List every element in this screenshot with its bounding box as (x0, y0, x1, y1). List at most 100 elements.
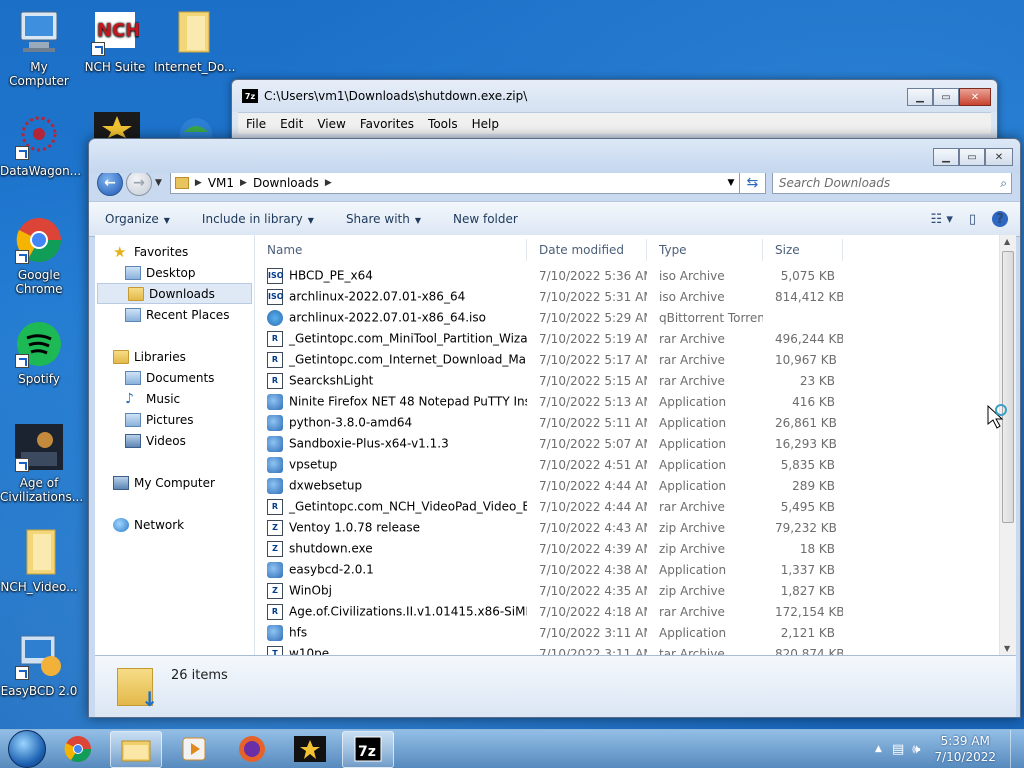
desktop-icon-age-of-civilizations[interactable]: Age of Civilizations... (0, 424, 83, 504)
taskbar-7zip[interactable]: 7z (342, 730, 394, 768)
include-in-library-button[interactable]: Include in library ▼ (202, 212, 314, 226)
back-button[interactable]: ← (97, 170, 123, 196)
recent-pages-dropdown-icon[interactable]: ▼ (155, 178, 162, 188)
desktop-icon-google-chrome[interactable]: Google Chrome (0, 216, 78, 296)
nav-favorites[interactable]: ★ Favorites (95, 241, 254, 262)
search-input[interactable]: Search Downloads ⌕ (771, 172, 1012, 194)
refresh-button[interactable]: ⇆ (739, 172, 766, 194)
taskbar-chrome[interactable] (52, 731, 104, 768)
organize-button[interactable]: Organize ▼ (105, 212, 170, 226)
desktop-icon-nch-video[interactable]: NCH_Video... (0, 528, 78, 594)
table-row[interactable]: R _Getintopc.com_NCH_VideoPad_Video_E... 7… (255, 496, 998, 517)
file-name-cell[interactable]: Zshutdown.exe (255, 540, 527, 557)
scroll-down-icon[interactable]: ▼ (1004, 644, 1010, 653)
taskbar-media-player[interactable] (168, 731, 220, 768)
show-hidden-icons-icon[interactable]: ▲ (875, 744, 882, 754)
column-name[interactable]: Name (255, 239, 527, 261)
nav-my-computer[interactable]: My Computer (95, 472, 254, 493)
breadcrumb-downloads[interactable]: Downloads (253, 176, 319, 190)
maximize-button[interactable]: ▭ (959, 148, 985, 166)
preview-pane-icon[interactable]: ▯ (969, 212, 976, 227)
column-size[interactable]: Size (763, 239, 843, 261)
table-row[interactable]: R Age.of.Civilizations.II.v1.01415.x86-Si… (255, 601, 998, 622)
search-icon[interactable]: ⌕ (1000, 176, 1007, 191)
network-tray-icon[interactable]: ▤ (892, 742, 904, 757)
table-row[interactable]: Zshutdown.exe 7/10/2022 4:39 AM zip Archiv… (255, 538, 998, 559)
table-row[interactable]: R SearckshLight 7/10/2022 5:15 AM rar Archi… (255, 370, 998, 391)
breadcrumb-arrow-icon[interactable]: ▶ (195, 178, 202, 188)
file-name-cell[interactable]: R _Getintopc.com_MiniTool_Partition_Wiza.… (255, 330, 527, 347)
table-row[interactable]: dxwebsetup 7/10/2022 4:44 AM Application 28… (255, 475, 998, 496)
vertical-scrollbar[interactable]: ▲ ▼ (999, 235, 1016, 655)
table-row[interactable]: archlinux-2022.07.01-x86_64.iso 7/10/2022… (255, 307, 998, 328)
nav-pictures[interactable]: Pictures (95, 409, 254, 430)
taskbar-explorer[interactable] (110, 730, 162, 768)
table-row[interactable]: hfs 7/10/2022 3:11 AM Application 2,121 KB (255, 622, 998, 643)
file-name-cell[interactable]: R SearckshLight (255, 372, 527, 389)
nav-downloads[interactable]: Downloads (97, 283, 252, 304)
minimize-button[interactable]: ▁ (907, 88, 933, 106)
file-name-cell[interactable]: python-3.8.0-amd64 (255, 414, 527, 431)
table-row[interactable]: Z Ventoy 1.0.78 release 7/10/2022 4:43 AM z… (255, 517, 998, 538)
table-row[interactable]: Ninite Firefox NET 48 Notepad PuTTY Ins.… (255, 391, 998, 412)
table-row[interactable]: Z WinObj 7/10/2022 4:35 AM zip Archive 1,827… (255, 580, 998, 601)
close-button[interactable]: ✕ (959, 88, 991, 106)
internet-download-manager-icon[interactable] (172, 112, 218, 150)
nav-desktop[interactable]: Desktop (95, 262, 254, 283)
new-folder-button[interactable]: New folder (453, 212, 518, 226)
desktop-icon-nch-suite[interactable]: NCH NCH Suite (76, 8, 154, 74)
file-name-cell[interactable]: Z Ventoy 1.0.78 release (255, 519, 527, 536)
breadcrumb-arrow-icon[interactable]: ▶ (240, 178, 247, 188)
minimize-button[interactable]: ▁ (933, 148, 959, 166)
start-button[interactable] (8, 730, 46, 768)
maximize-button[interactable]: ▭ (933, 88, 959, 106)
file-name-cell[interactable]: dxwebsetup (255, 477, 527, 494)
address-dropdown-icon[interactable]: ▼ (723, 178, 739, 188)
file-name-cell[interactable]: R _Getintopc.com_NCH_VideoPad_Video_E... (255, 498, 527, 515)
desktop-icon-my-computer[interactable]: My Computer (0, 8, 78, 88)
file-name-cell[interactable]: Ninite Firefox NET 48 Notepad PuTTY Ins.… (255, 393, 527, 410)
help-icon[interactable]: ? (992, 211, 1008, 227)
table-row[interactable]: ISO HBCD_PE_x64 7/10/2022 5:36 AM iso Archi… (255, 265, 998, 286)
scroll-up-icon[interactable]: ▲ (1004, 237, 1010, 246)
nav-music[interactable]: ♪ Music (95, 388, 254, 409)
menu-favorites[interactable]: Favorites (360, 117, 414, 131)
clock[interactable]: 5:39 AM 7/10/2022 (934, 733, 996, 765)
volume-icon[interactable]: 🕪 (912, 742, 920, 757)
desktop-icon-spotify[interactable]: Spotify (0, 320, 78, 386)
nav-network[interactable]: Network (95, 514, 254, 535)
file-name-cell[interactable]: Z WinObj (255, 582, 527, 599)
column-type[interactable]: Type (647, 239, 763, 261)
table-row[interactable]: ISO archlinux-2022.07.01-x86_64 7/10/2022 … (255, 286, 998, 307)
file-name-cell[interactable]: R _Getintopc.com_Internet_Download_Ma... (255, 351, 527, 368)
table-row[interactable]: vpsetup 7/10/2022 4:51 AM Application 5,835… (255, 454, 998, 475)
file-name-cell[interactable]: hfs (255, 624, 527, 641)
file-name-cell[interactable]: Sandboxie-Plus-x64-v1.1.3 (255, 435, 527, 452)
explorer-window[interactable]: ▁ ▭ ✕ ← → ▼ ▶ VM1 ▶ Downloads ▶ ▼ ⇆ Sear… (88, 138, 1021, 718)
file-name-cell[interactable]: vpsetup (255, 456, 527, 473)
nav-videos[interactable]: Videos (95, 430, 254, 451)
video-star-desktop-icon[interactable] (94, 112, 140, 138)
view-options-icon[interactable]: ☷ ▾ (931, 212, 953, 227)
close-button[interactable]: ✕ (985, 148, 1013, 166)
file-name-cell[interactable]: easybcd-2.0.1 (255, 561, 527, 578)
menu-tools[interactable]: Tools (428, 117, 458, 131)
file-name-cell[interactable]: archlinux-2022.07.01-x86_64.iso (255, 309, 527, 326)
table-row[interactable]: easybcd-2.0.1 7/10/2022 4:38 AM Applicatio… (255, 559, 998, 580)
scrollbar-thumb[interactable] (1002, 251, 1014, 523)
menu-edit[interactable]: Edit (280, 117, 303, 131)
table-row[interactable]: R _Getintopc.com_MiniTool_Partition_Wiza.… (255, 328, 998, 349)
desktop-icon-easybcd[interactable]: EasyBCD 2.0 (0, 632, 78, 698)
forward-button[interactable]: → (126, 170, 152, 196)
nav-documents[interactable]: Documents (95, 367, 254, 388)
desktop-icon-datawagon[interactable]: DataWagon... (0, 112, 81, 178)
7zip-titlebar[interactable]: 7z C:\Users\vm1\Downloads\shutdown.exe.z… (232, 80, 997, 112)
file-name-cell[interactable]: ISO HBCD_PE_x64 (255, 267, 527, 284)
show-desktop-button[interactable] (1010, 730, 1024, 768)
share-with-button[interactable]: Share with ▼ (346, 212, 421, 226)
address-bar[interactable]: ▶ VM1 ▶ Downloads ▶ ▼ (169, 172, 740, 194)
menu-file[interactable]: File (246, 117, 266, 131)
table-row[interactable]: Sandboxie-Plus-x64-v1.1.3 7/10/2022 5:07 … (255, 433, 998, 454)
menu-view[interactable]: View (317, 117, 345, 131)
breadcrumb-arrow-icon[interactable]: ▶ (325, 178, 332, 188)
